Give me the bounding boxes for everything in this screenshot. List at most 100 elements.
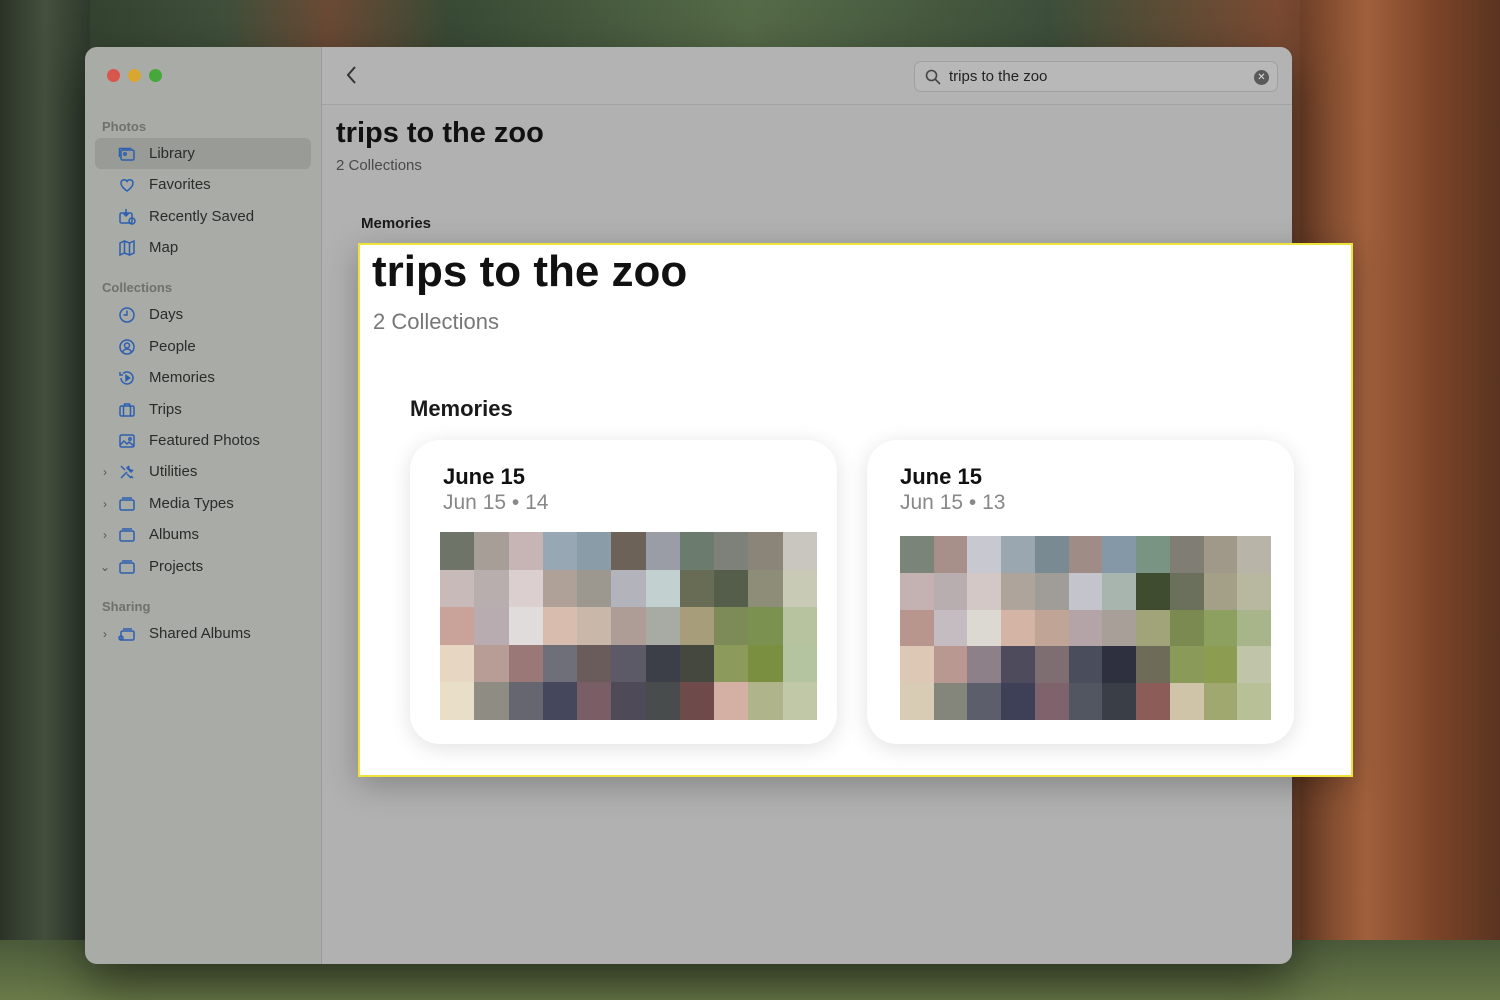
mosaic-tile (645, 532, 680, 570)
folder-icon (115, 526, 139, 544)
sidebar-item-shared-albums[interactable]: › Shared Albums (95, 618, 311, 649)
map-icon (115, 239, 139, 257)
memory-thumbnail (900, 536, 1271, 720)
chevron-right-icon[interactable]: › (95, 465, 115, 479)
chevron-right-icon[interactable]: › (95, 497, 115, 511)
sidebar-item-projects[interactable]: ⌄ Projects (95, 551, 311, 582)
mosaic-tile (748, 682, 783, 720)
memory-card-title: June 15 (443, 464, 525, 489)
mosaic-tile (1001, 683, 1035, 720)
sidebar-item-trips[interactable]: Trips (95, 394, 311, 425)
mosaic-tile (1169, 646, 1204, 684)
sidebar-item-label: Days (149, 306, 184, 323)
mosaic-tile (1203, 646, 1238, 684)
memory-card[interactable]: June 15 Jun 15 • 14 (410, 440, 837, 744)
tools-icon (115, 463, 139, 481)
mosaic-tile (1169, 683, 1204, 720)
wallpaper-tree-left (0, 0, 90, 1000)
mosaic-tile (1237, 646, 1271, 684)
mosaic-tile (1237, 609, 1271, 647)
sidebar-item-albums[interactable]: › Albums (95, 519, 311, 550)
mosaic-tile (1001, 646, 1035, 684)
mosaic-tile (679, 644, 715, 683)
recently-saved-icon (115, 208, 139, 226)
mosaic-tile (1034, 572, 1069, 610)
sidebar-item-featured-photos[interactable]: Featured Photos (95, 425, 311, 456)
sidebar-item-utilities[interactable]: › Utilities (95, 456, 311, 487)
sidebar-item-media-types[interactable]: › Media Types (95, 488, 311, 519)
sidebar-item-library[interactable]: Library (95, 138, 311, 169)
sidebar-item-favorites[interactable]: Favorites (95, 169, 311, 200)
sidebar-item-map[interactable]: Map (95, 232, 311, 263)
memory-thumbnail (440, 532, 817, 720)
clear-search-icon[interactable]: ✕ (1254, 70, 1269, 85)
mosaic-tile (474, 607, 509, 645)
mosaic-tile (1237, 572, 1271, 610)
mosaic-tile (1237, 536, 1271, 573)
close-window-button[interactable] (107, 69, 120, 82)
minimize-window-button[interactable] (128, 69, 141, 82)
mosaic-tile (933, 609, 968, 647)
mosaic-tile (474, 569, 509, 608)
mosaic-tile (933, 683, 968, 720)
mosaic-tile (1169, 536, 1204, 573)
mosaic-tile (782, 644, 817, 683)
mosaic-tile (1068, 609, 1103, 647)
sidebar-item-label: Shared Albums (149, 625, 251, 642)
toolbar: trips to the zoo ✕ (322, 47, 1292, 105)
search-input[interactable]: trips to the zoo (949, 68, 1047, 85)
mosaic-tile (967, 536, 1002, 573)
sidebar-item-memories[interactable]: Memories (95, 362, 311, 393)
mosaic-tile (1102, 683, 1137, 720)
mosaic-tile (1068, 646, 1103, 684)
mosaic-tile (1136, 683, 1170, 720)
mosaic-tile (782, 607, 817, 645)
sidebar-item-label: Utilities (149, 463, 198, 480)
chevron-right-icon[interactable]: › (95, 528, 115, 542)
mosaic-tile (508, 607, 543, 645)
mosaic-tile (508, 682, 543, 720)
mosaic-tile (1102, 609, 1137, 647)
mosaic-tile (577, 607, 612, 645)
sidebar-section-photos: Photos (102, 119, 147, 134)
mosaic-tile (1034, 646, 1069, 684)
mosaic-tile (611, 569, 646, 608)
zoomed-page-subtitle: 2 Collections (373, 309, 499, 334)
search-field[interactable]: trips to the zoo ✕ (914, 61, 1278, 92)
mosaic-tile (542, 532, 578, 570)
mosaic-tile (440, 644, 475, 683)
chevron-right-icon[interactable]: › (95, 627, 115, 641)
mosaic-tile (748, 569, 783, 608)
sidebar-item-label: Favorites (149, 176, 211, 193)
chevron-down-icon[interactable]: ⌄ (95, 560, 115, 574)
zoom-window-button[interactable] (149, 69, 162, 82)
sidebar-item-label: Memories (149, 369, 215, 386)
mosaic-tile (611, 532, 646, 570)
sidebar-item-recently-saved[interactable]: Recently Saved (95, 201, 311, 232)
mosaic-tile (679, 532, 715, 570)
mosaic-tile (474, 532, 509, 570)
mosaic-tile (714, 644, 749, 683)
mosaic-tile (611, 607, 646, 645)
back-button[interactable] (342, 63, 362, 87)
mosaic-tile (440, 607, 475, 645)
mosaic-tile (1068, 572, 1103, 610)
mosaic-tile (748, 607, 783, 645)
sidebar-item-people[interactable]: People (95, 331, 311, 362)
mosaic-tile (1001, 572, 1035, 610)
mosaic-tile (1203, 536, 1238, 573)
sidebar-section-sharing: Sharing (102, 599, 151, 614)
memory-card[interactable]: June 15 Jun 15 • 13 (867, 440, 1294, 744)
sidebar-item-days[interactable]: Days (95, 299, 311, 330)
mosaic-tile (1034, 683, 1069, 720)
clock-icon (115, 306, 139, 324)
mosaic-tile (645, 569, 680, 608)
mosaic-tile (900, 609, 934, 647)
mosaic-tile (1068, 683, 1103, 720)
mosaic-tile (933, 572, 968, 610)
mosaic-tile (542, 682, 578, 720)
mosaic-tile (1203, 609, 1238, 647)
memory-card-subtitle: Jun 15 • 14 (443, 491, 549, 514)
mosaic-tile (679, 569, 715, 608)
mosaic-tile (967, 572, 1002, 610)
